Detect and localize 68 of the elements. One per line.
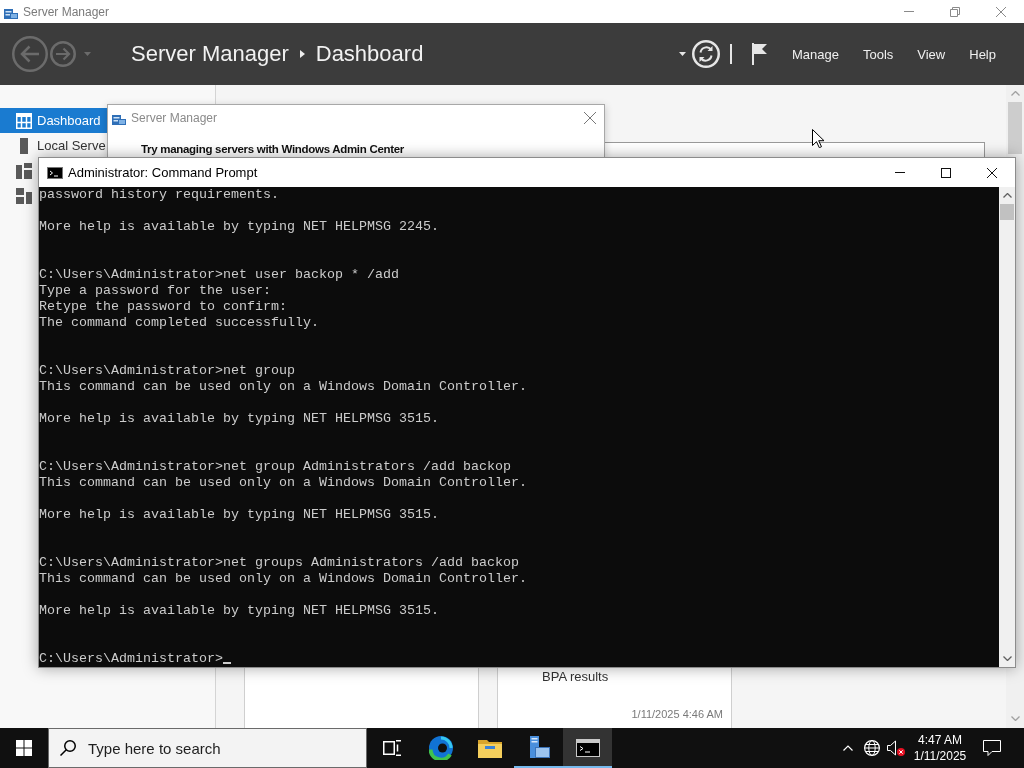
- console-line: More help is available by typing NET HELPMSG 2245.: [39, 219, 439, 235]
- status-label: BPA results: [542, 669, 609, 685]
- dialog-heading: Try managing servers with Windows Admin Center: [141, 142, 404, 156]
- search-icon: [60, 740, 76, 756]
- console-line: This command can be used only on a Windows Domain Controller.: [39, 475, 527, 491]
- taskbar-button[interactable]: [563, 728, 612, 768]
- flag-icon: [751, 43, 768, 65]
- refresh-icon: [691, 40, 720, 68]
- menu-item[interactable]: Help: [969, 42, 996, 66]
- window-title: Server Manager: [23, 4, 110, 19]
- caret-down-icon: [84, 52, 91, 56]
- flag-button[interactable]: [751, 43, 768, 65]
- console-line: password history requirements.: [39, 187, 279, 203]
- dropdown-button[interactable]: [678, 52, 686, 56]
- console-line: Retype the password to confirm:: [39, 299, 287, 315]
- console-line: This command can be used only on a Windows Domain Controller.: [39, 571, 527, 587]
- console-line: C:\Users\Administrator>net groups Administrators /add backop: [39, 555, 519, 571]
- restore-icon: [950, 6, 960, 17]
- close-icon: [584, 112, 596, 124]
- console-icon: [47, 166, 63, 179]
- forward-icon: [50, 41, 76, 67]
- breadcrumb-item: Server Manager: [131, 41, 289, 67]
- breadcrumb-item: Dashboard: [315, 41, 424, 67]
- console-line: This command can be used only on a Windows Domain Controller.: [39, 379, 527, 395]
- servers-icon: [16, 162, 32, 179]
- menu-item[interactable]: View: [917, 42, 946, 66]
- notification-icon: [983, 740, 1001, 756]
- terminal-icon: [575, 739, 600, 757]
- console-line: More help is available by typing NET HELPMSG 3515.: [39, 603, 439, 619]
- console-line: More help is available by typing NET HELPMSG 3515.: [39, 507, 439, 523]
- minimize-icon: [895, 172, 905, 173]
- close-icon: [996, 6, 1006, 17]
- minimize-icon: [904, 11, 914, 12]
- back-icon: [12, 36, 48, 72]
- globe-icon: [864, 740, 880, 756]
- console-line: C:\Users\Administrator>net group: [39, 363, 295, 379]
- windows-logo-icon: [16, 740, 32, 756]
- scroll-thumb[interactable]: [1008, 102, 1022, 154]
- search-field[interactable]: Type here to search: [48, 728, 367, 768]
- window-title: Administrator: Command Prompt: [68, 165, 258, 180]
- server-icon: [527, 736, 550, 760]
- sidebar-item[interactable]: Local Serve: [0, 133, 107, 158]
- dialog-title: Server Manager: [131, 111, 218, 125]
- timestamp: 1/11/2025 4:46 AM: [631, 707, 723, 721]
- folder-icon: [477, 738, 502, 758]
- scroll-thumb[interactable]: [1000, 204, 1014, 220]
- storage-icon: [16, 187, 32, 204]
- sidebar-item[interactable]: Dashboard: [0, 108, 107, 133]
- console-line: The command completed successfully.: [39, 315, 319, 331]
- console-line: Type a password for the user:: [39, 283, 271, 299]
- close-icon: [987, 167, 997, 178]
- clock-date[interactable]: 1/11/2025: [913, 748, 967, 764]
- grid-icon: [16, 112, 32, 129]
- refresh-button[interactable]: [691, 40, 720, 68]
- caret-down-icon: [678, 52, 686, 56]
- clock-time[interactable]: 4:47 AM: [918, 732, 962, 748]
- menu-item[interactable]: Manage: [791, 42, 839, 66]
- console-line: C:\Users\Administrator>net group Administrators /add backop: [39, 459, 511, 475]
- menu-item[interactable]: Tools: [862, 42, 894, 66]
- browser-icon: [428, 736, 453, 760]
- console-line: More help is available by typing NET HELPMSG 3515.: [39, 411, 439, 427]
- maximize-icon: [941, 167, 951, 178]
- breadcrumb-separator-icon: [299, 50, 305, 58]
- console-line: C:\Users\Administrator>: [39, 651, 223, 667]
- server-tower-icon: [20, 137, 28, 154]
- console-line: C:\Users\Administrator>net user backop * /add: [39, 267, 399, 283]
- task-view-icon: [382, 740, 401, 756]
- caret-up-icon: [843, 745, 853, 751]
